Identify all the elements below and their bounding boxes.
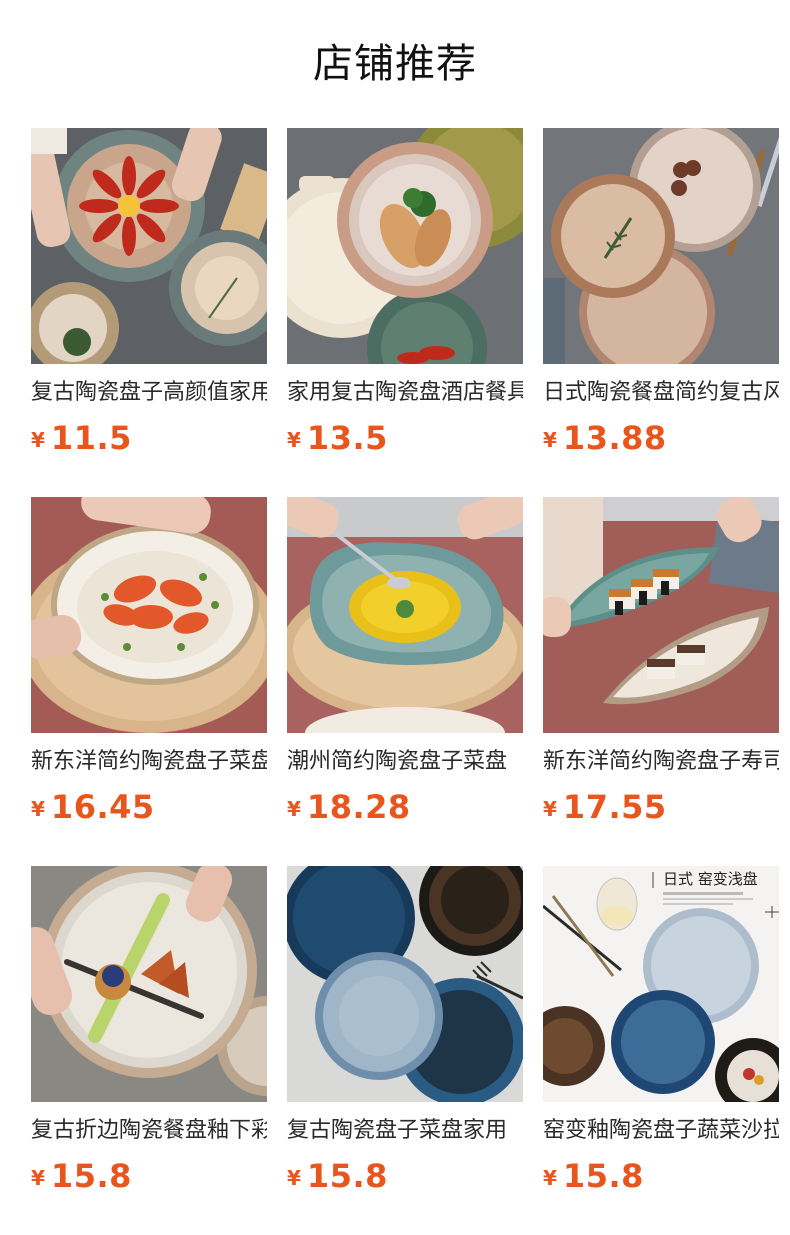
photo-caption: 日式 窑变浅盘	[663, 870, 758, 888]
product-image[interactable]: 日式 窑变浅盘	[543, 866, 779, 1102]
currency-symbol: ¥	[287, 428, 301, 452]
currency-symbol: ¥	[31, 1166, 45, 1190]
product-card[interactable]: 日式 窑变浅盘 窑变釉陶瓷盘子蔬菜沙拉 ¥ 15.8	[543, 866, 779, 1235]
price-value: 11.5	[50, 419, 132, 457]
product-image[interactable]	[31, 866, 267, 1102]
product-image[interactable]	[543, 128, 779, 364]
product-card[interactable]: 复古陶瓷盘子高颜值家用 ¥11.5	[31, 128, 267, 497]
product-name[interactable]: 日式陶瓷餐盘简约复古风	[543, 377, 779, 409]
product-name[interactable]: 家用复古陶瓷盘酒店餐具	[287, 377, 523, 409]
product-image[interactable]	[31, 128, 267, 364]
product-card[interactable]: 潮州简约陶瓷盘子菜盘 ¥18.28	[287, 497, 523, 866]
product-card[interactable]: 复古陶瓷盘子菜盘家用 ¥15.8	[287, 866, 523, 1235]
product-price: ¥13.5	[287, 418, 388, 458]
product-price: ¥15.8	[31, 1156, 132, 1196]
product-price: ¥13.88	[543, 418, 667, 458]
price-value: 15.8	[50, 1157, 132, 1195]
product-image[interactable]	[31, 497, 267, 733]
product-image[interactable]	[287, 128, 523, 364]
product-image[interactable]	[543, 497, 779, 733]
price-value: 15.8	[562, 1157, 644, 1195]
product-name[interactable]: 复古陶瓷盘子菜盘家用	[287, 1115, 523, 1147]
price-value: 15.8	[306, 1157, 388, 1195]
currency-symbol: ¥	[287, 1166, 301, 1190]
product-price: ¥18.28	[287, 787, 411, 827]
currency-symbol: ¥	[31, 428, 45, 452]
product-image[interactable]	[287, 866, 523, 1102]
product-name[interactable]: 新东洋简约陶瓷盘子寿司	[543, 746, 779, 778]
product-image[interactable]	[287, 497, 523, 733]
currency-symbol: ¥	[543, 797, 557, 821]
product-price: ¥15.8	[287, 1156, 388, 1196]
product-card[interactable]: 家用复古陶瓷盘酒店餐具 ¥13.5	[287, 128, 523, 497]
price-value: 17.55	[562, 788, 667, 826]
product-name[interactable]: 复古折边陶瓷餐盘釉下彩	[31, 1115, 267, 1147]
product-name[interactable]: 复古陶瓷盘子高颜值家用	[31, 377, 267, 409]
product-grid: 复古陶瓷盘子高颜值家用 ¥11.5 家用复古陶瓷盘酒店餐具 ¥ 13.5 日式陶…	[31, 128, 779, 1235]
product-price: ¥16.45	[31, 787, 155, 827]
product-price: ¥15.8	[543, 1156, 644, 1196]
product-card[interactable]: 新东洋简约陶瓷盘子寿司 ¥17.55	[543, 497, 779, 866]
price-value: 16.45	[50, 788, 155, 826]
product-name[interactable]: 新东洋简约陶瓷盘子菜盘	[31, 746, 267, 778]
product-name[interactable]: 潮州简约陶瓷盘子菜盘	[287, 746, 523, 778]
product-name[interactable]: 窑变釉陶瓷盘子蔬菜沙拉	[543, 1115, 779, 1147]
price-value: 18.28	[306, 788, 411, 826]
price-value: 13.88	[562, 419, 667, 457]
currency-symbol: ¥	[543, 1166, 557, 1190]
product-card[interactable]: 日式陶瓷餐盘简约复古风 ¥13.88	[543, 128, 779, 497]
page-title: 店铺推荐	[313, 41, 477, 87]
product-price: ¥17.55	[543, 787, 667, 827]
product-price: ¥11.5	[31, 418, 132, 458]
price-value: 13.5	[306, 419, 388, 457]
currency-symbol: ¥	[543, 428, 557, 452]
currency-symbol: ¥	[31, 797, 45, 821]
product-card[interactable]: 新东洋简约陶瓷盘子菜盘 ¥16.45	[31, 497, 267, 866]
currency-symbol: ¥	[287, 797, 301, 821]
product-card[interactable]: 复古折边陶瓷餐盘釉下彩 ¥15.8	[31, 866, 267, 1235]
